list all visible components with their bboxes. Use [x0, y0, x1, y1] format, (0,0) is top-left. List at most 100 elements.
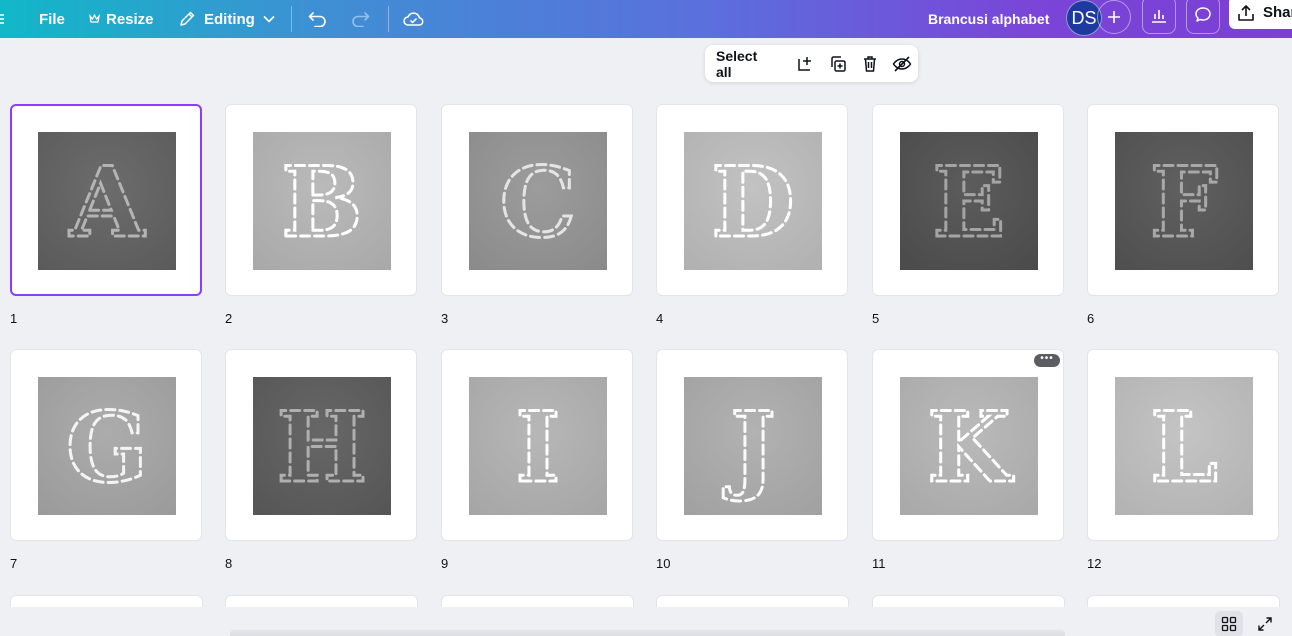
- comment-icon: [1194, 6, 1212, 24]
- page-thumbnail[interactable]: J: [656, 349, 848, 541]
- share-label: Shar: [1263, 4, 1292, 21]
- pebble-letter: A: [69, 146, 146, 259]
- trash-icon[interactable]: [854, 49, 886, 79]
- pebble-letter-image: A: [67, 145, 147, 261]
- pebble-letter: G: [66, 391, 148, 504]
- page-number: 12: [1087, 556, 1102, 571]
- page-image: E: [900, 132, 1038, 270]
- pebble-letter: E: [932, 146, 1005, 259]
- page-image: F: [1115, 132, 1253, 270]
- pebble-letter: F: [1150, 146, 1218, 259]
- page-number: 2: [225, 311, 233, 326]
- pebble-letter-image: F: [1148, 145, 1219, 261]
- page-number: 9: [441, 556, 449, 571]
- pebble-letter: C: [500, 146, 576, 259]
- grid-icon: [1221, 616, 1237, 632]
- page-image: H: [253, 377, 391, 515]
- toolbar-divider: [291, 6, 292, 32]
- page-number: 8: [225, 556, 233, 571]
- bar-chart-icon: [1150, 6, 1168, 24]
- expand-icon: [1257, 616, 1273, 632]
- crown-icon: [89, 14, 100, 24]
- editing-mode-button[interactable]: Editing: [178, 0, 275, 38]
- pebble-letter: I: [516, 391, 561, 504]
- pebble-letter: D: [711, 146, 794, 259]
- page-thumbnail-partial[interactable]: [872, 595, 1065, 607]
- design-title[interactable]: Brancusi alphabet: [928, 0, 1049, 38]
- page-image: J: [684, 377, 822, 515]
- page-image: C: [469, 132, 607, 270]
- page-thumbnail[interactable]: I: [441, 349, 633, 541]
- add-page-icon[interactable]: [789, 49, 821, 79]
- pebble-letter-image: B: [280, 145, 364, 261]
- resize-button[interactable]: Resize: [89, 0, 154, 38]
- page-number: 4: [656, 311, 664, 326]
- page-thumbnail[interactable]: D: [656, 104, 848, 296]
- page-image: L: [1115, 377, 1253, 515]
- page-actions-toolbar: Select all: [705, 45, 918, 82]
- page-image: G: [38, 377, 176, 515]
- plus-icon: [1107, 10, 1121, 24]
- pencil-icon: [178, 10, 196, 28]
- pebble-letter-image: G: [65, 390, 150, 506]
- toolbar-divider: [388, 6, 389, 32]
- page-thumbnail[interactable]: H: [225, 349, 417, 541]
- select-all-button[interactable]: Select all: [716, 48, 775, 80]
- page-number: 6: [1087, 311, 1095, 326]
- pebble-letter-image: L: [1149, 390, 1220, 506]
- top-toolbar: File Resize Editing Brancusi alphabet DS: [0, 0, 1292, 38]
- page-number: 7: [10, 556, 18, 571]
- pebble-letter-image: H: [275, 390, 369, 506]
- page-thumbnail[interactable]: C: [441, 104, 633, 296]
- file-menu-button[interactable]: File: [39, 0, 65, 38]
- redo-icon[interactable]: [351, 0, 370, 38]
- share-button[interactable]: Shar: [1229, 0, 1292, 29]
- page-thumbnail[interactable]: G: [10, 349, 202, 541]
- upload-icon: [1237, 4, 1255, 22]
- fullscreen-button[interactable]: [1252, 612, 1278, 636]
- page-thumbnail-partial[interactable]: [441, 595, 634, 607]
- page-thumbnail-partial[interactable]: [10, 595, 203, 607]
- editing-label: Editing: [204, 10, 255, 28]
- page-number: 3: [441, 311, 449, 326]
- scroll-shadow: [230, 630, 1065, 636]
- insights-button[interactable]: [1142, 0, 1176, 34]
- resize-label: Resize: [106, 10, 154, 28]
- page-thumbnail[interactable]: K: [872, 349, 1064, 541]
- menu-icon[interactable]: [0, 0, 6, 38]
- chevron-down-icon: [263, 15, 275, 23]
- page-number: 11: [872, 556, 886, 571]
- page-thumbnail[interactable]: E: [872, 104, 1064, 296]
- cloud-saved-icon[interactable]: [403, 0, 424, 38]
- grid-view-button[interactable]: [1215, 611, 1243, 636]
- pebble-letter-image: K: [926, 390, 1016, 506]
- add-collaborator-button[interactable]: [1097, 0, 1131, 34]
- page-number: 1: [10, 311, 18, 326]
- pebble-letter: K: [927, 391, 1014, 504]
- page-thumbnail-partial[interactable]: [225, 595, 418, 607]
- pebble-letter-image: D: [710, 145, 796, 261]
- pebble-letter-image: I: [514, 390, 562, 506]
- page-image: A: [38, 132, 176, 270]
- page-thumbnail[interactable]: F: [1087, 104, 1279, 296]
- page-image: I: [469, 377, 607, 515]
- undo-icon[interactable]: [308, 0, 327, 38]
- pebble-letter: H: [277, 391, 368, 504]
- page-image: K: [900, 377, 1038, 515]
- pebble-letter: B: [281, 146, 362, 259]
- page-thumbnail-partial[interactable]: [656, 595, 849, 607]
- page-thumbnail[interactable]: B: [225, 104, 417, 296]
- duplicate-page-icon[interactable]: [821, 49, 853, 79]
- page-thumbnail[interactable]: L: [1087, 349, 1279, 541]
- pebble-letter-image: C: [498, 145, 577, 261]
- page-image: D: [684, 132, 822, 270]
- page-image: B: [253, 132, 391, 270]
- page-more-options-button[interactable]: •••: [1034, 354, 1060, 367]
- pebble-letter-image: J: [721, 390, 777, 506]
- hide-page-icon[interactable]: [886, 49, 918, 79]
- pebble-letter: L: [1150, 391, 1218, 504]
- pebble-letter-image: E: [931, 145, 1007, 261]
- comments-button[interactable]: [1186, 0, 1220, 34]
- page-thumbnail-partial[interactable]: [1087, 595, 1280, 607]
- page-thumbnail[interactable]: A: [10, 104, 202, 296]
